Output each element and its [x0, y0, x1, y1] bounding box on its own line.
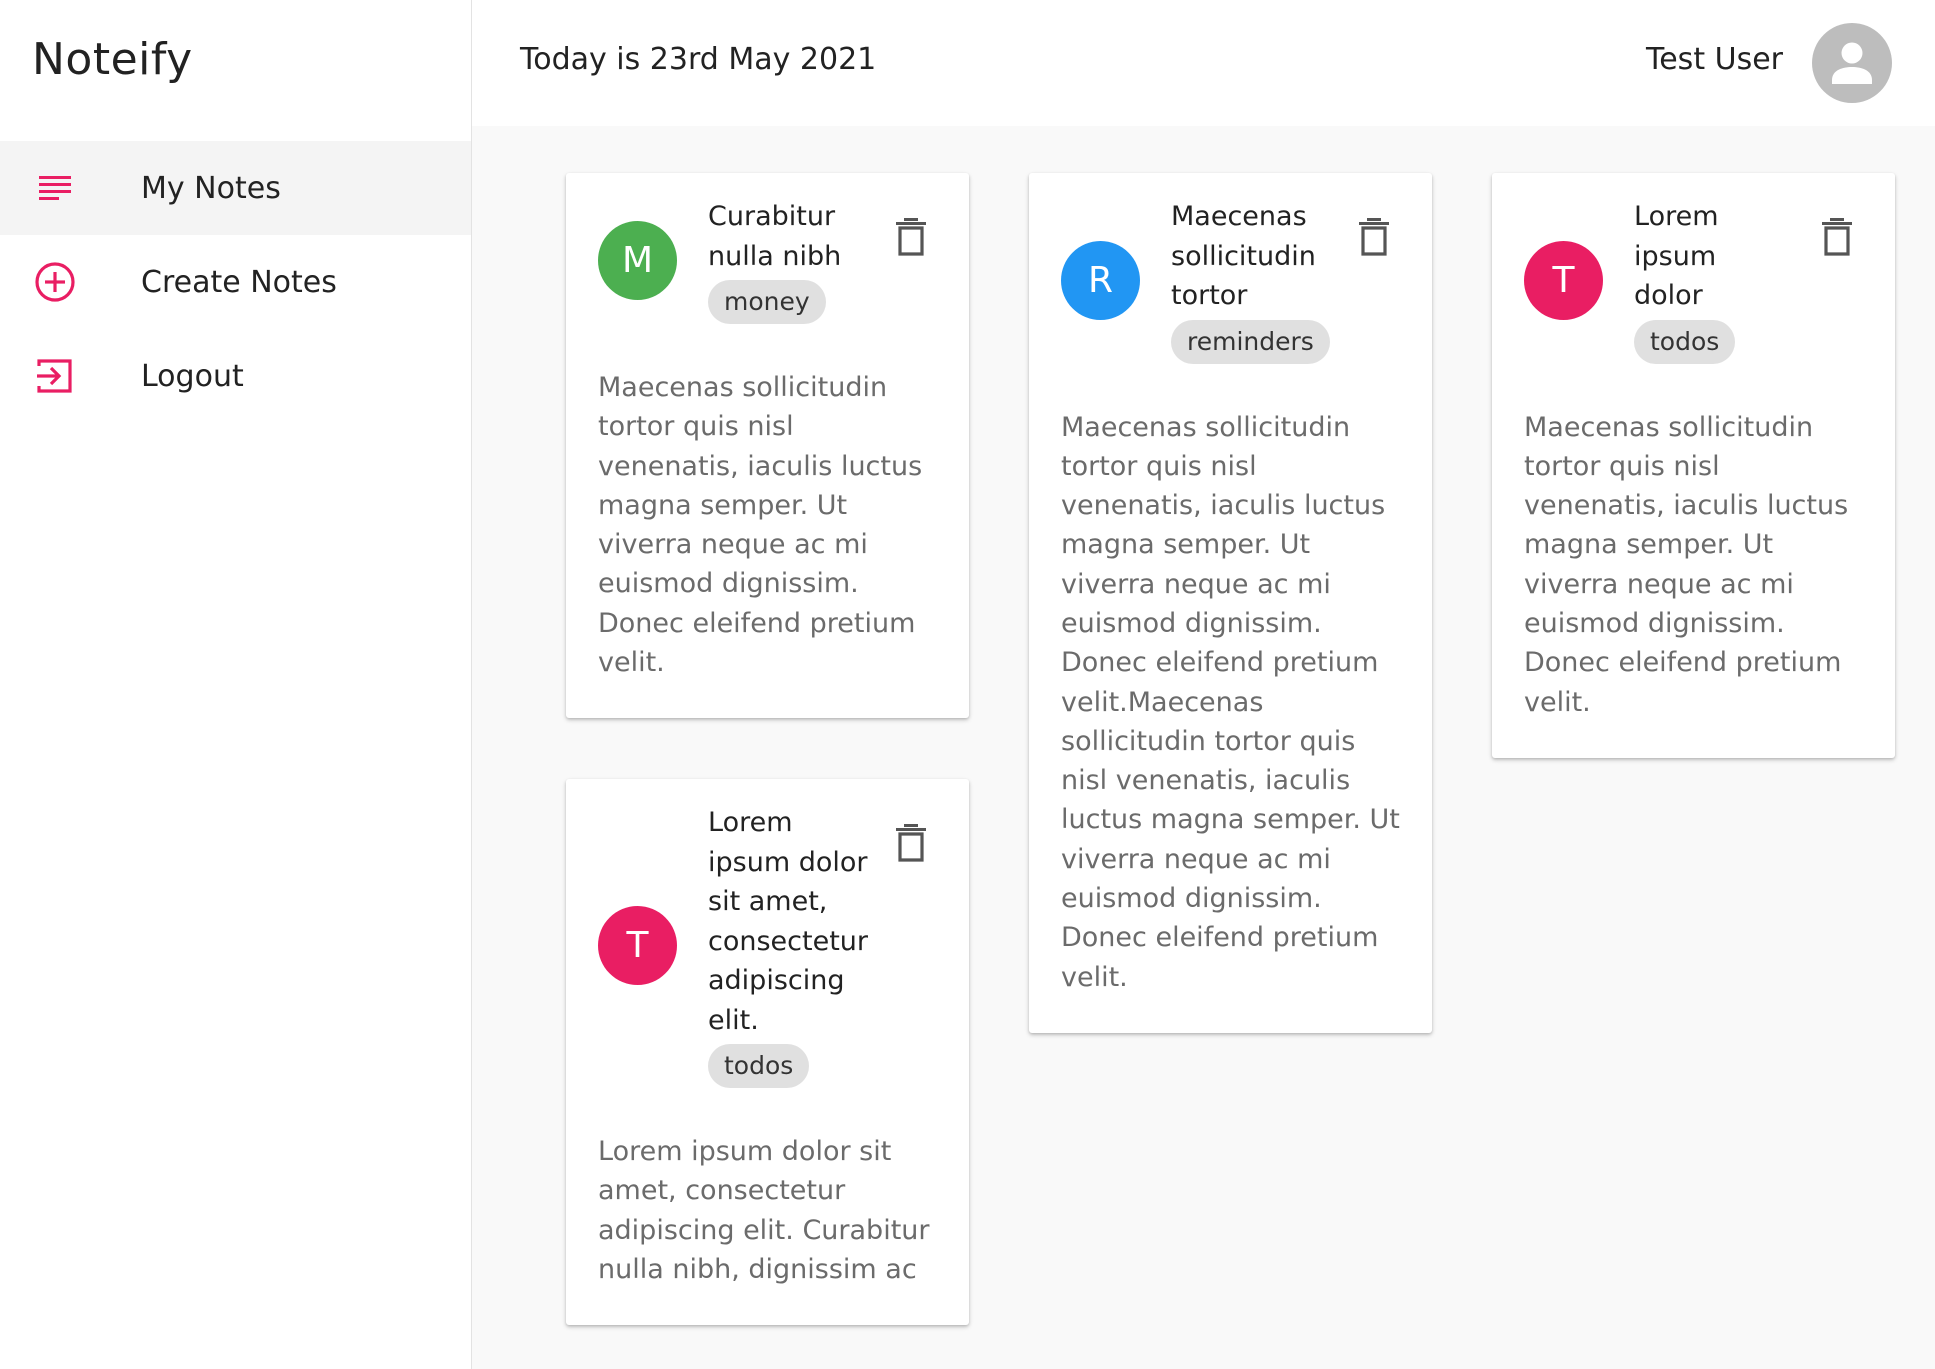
add-circle-icon — [28, 261, 82, 303]
note-avatar: R — [1061, 240, 1140, 320]
note-title: Curabitur nulla nibh — [708, 201, 842, 272]
note-avatar: T — [1524, 240, 1603, 320]
sidebar: Noteify My Notes Create Notes Logout — [0, 0, 472, 1369]
sidebar-item-my-notes[interactable]: My Notes — [0, 141, 471, 235]
delete-note-button[interactable] — [893, 217, 929, 257]
sidebar-item-label: Logout — [141, 358, 244, 394]
date-display: Today is 23rd May 2021 — [520, 42, 877, 77]
sidebar-nav: My Notes Create Notes Logout — [0, 141, 471, 423]
user-avatar[interactable] — [1812, 23, 1892, 103]
sidebar-item-create-notes[interactable]: Create Notes — [0, 235, 471, 329]
note-title: Lorem ipsum dolor — [1634, 201, 1719, 311]
note-title: Lorem ipsum dolor sit amet, consectetur … — [708, 807, 868, 1036]
note-card: M Curabitur nulla nibh money Maecenas so… — [566, 173, 969, 719]
sidebar-item-logout[interactable]: Logout — [0, 329, 471, 423]
note-category-chip: money — [708, 280, 826, 324]
trash-icon — [896, 824, 926, 862]
delete-note-button[interactable] — [1356, 217, 1392, 257]
trash-icon — [1822, 218, 1852, 256]
app-header: Today is 23rd May 2021 Test User — [472, 0, 1935, 126]
sidebar-item-label: Create Notes — [141, 264, 337, 300]
delete-note-button[interactable] — [1819, 217, 1855, 257]
list-icon — [28, 173, 82, 203]
sidebar-item-label: My Notes — [141, 170, 281, 206]
person-icon — [1832, 42, 1872, 84]
trash-icon — [1359, 218, 1389, 256]
note-avatar: M — [598, 221, 677, 300]
note-card: T Lorem ipsum dolor todos Maecenas solli… — [1492, 173, 1895, 758]
note-body: Maecenas sollicitudin tortor quis nisl v… — [1061, 411, 1400, 993]
user-name: Test User — [1646, 42, 1783, 77]
note-card: R Maecenas sollicitudin tortor reminders… — [1029, 173, 1432, 1033]
logout-icon — [28, 356, 82, 396]
note-body: Lorem ipsum dolor sit amet, consectetur … — [598, 1136, 930, 1285]
note-body: Maecenas sollicitudin tortor quis nisl v… — [598, 372, 923, 679]
note-category-chip: todos — [1634, 319, 1736, 364]
note-avatar: T — [598, 906, 677, 985]
trash-icon — [896, 218, 926, 256]
note-category-chip: todos — [708, 1044, 810, 1088]
note-body: Maecenas sollicitudin tortor quis nisl v… — [1524, 411, 1849, 718]
app-brand: Noteify — [32, 34, 193, 85]
note-title: Maecenas sollicitudin tortor — [1171, 201, 1316, 311]
delete-note-button[interactable] — [893, 823, 929, 863]
note-category-chip: reminders — [1171, 319, 1330, 364]
note-card: T Lorem ipsum dolor sit amet, consectetu… — [566, 779, 969, 1326]
